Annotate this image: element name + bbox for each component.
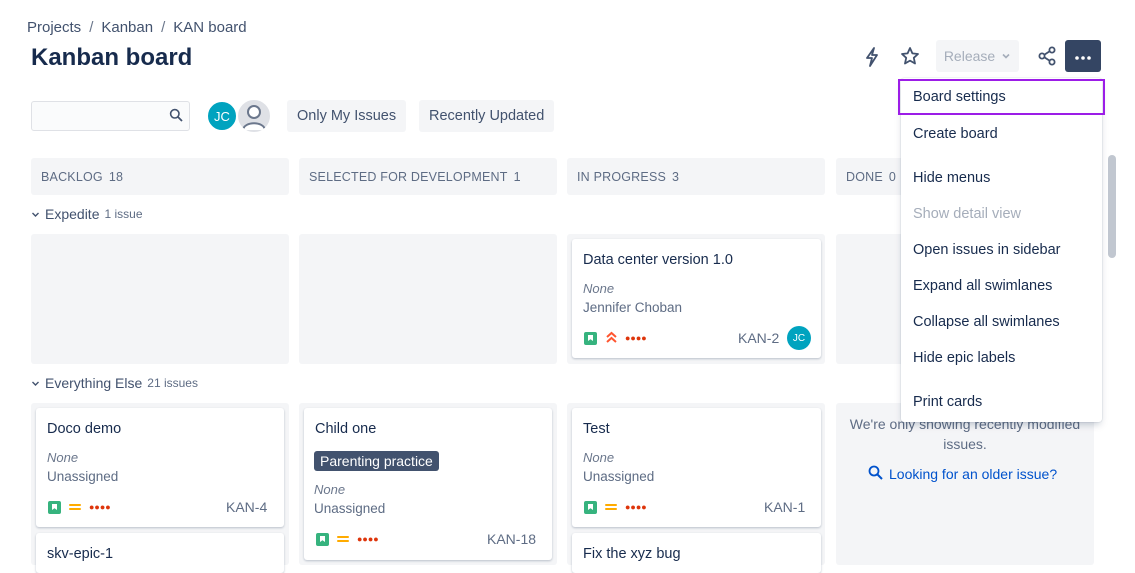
only-my-issues-filter[interactable]: Only My Issues — [287, 100, 407, 132]
card-assignee: Unassigned — [583, 469, 655, 484]
card-epic: None — [47, 450, 79, 465]
issue-card[interactable]: Data center version 1.0 None Jennifer Ch… — [572, 239, 821, 358]
menu-item-board-settings[interactable]: Board settings — [898, 79, 1105, 115]
column-count: 18 — [108, 169, 124, 184]
card-epic: None — [314, 482, 346, 497]
breadcrumb: Projects / Kanban / KAN board — [27, 19, 247, 36]
avatar-filter-unassigned[interactable] — [236, 98, 272, 134]
menu-item-open-issues-sidebar[interactable]: Open issues in sidebar — [901, 232, 1102, 268]
swimlane-everything-else-header[interactable]: Everything Else 21 issues — [31, 375, 198, 391]
menu-item-print-cards[interactable]: Print cards — [901, 384, 1102, 420]
card-summary: Child one — [315, 421, 377, 437]
priority-medium-icon — [69, 503, 81, 511]
menu-item-hide-menus[interactable]: Hide menus — [901, 160, 1102, 196]
page-title: Kanban board — [31, 44, 193, 71]
card-assignee: Unassigned — [314, 501, 386, 516]
breadcrumb-separator: / — [161, 19, 166, 36]
column-name: DONE — [846, 169, 883, 184]
story-icon — [48, 501, 61, 514]
issue-card[interactable]: Child one Parenting practice None Unassi… — [304, 408, 552, 560]
priority-medium-icon — [605, 503, 617, 511]
issue-card[interactable]: Test None Unassigned ●●●● KAN-1 — [572, 408, 821, 527]
swimlane-expedite-header[interactable]: Expedite 1 issue — [31, 206, 143, 222]
swimlane-name: Expedite — [45, 206, 100, 222]
column-header-backlog: BACKLOG 18 — [31, 158, 289, 195]
chevron-down-icon — [31, 206, 40, 222]
card-key[interactable]: KAN-4 — [226, 499, 267, 515]
release-button[interactable]: Release — [936, 40, 1019, 72]
swimlane-count: 1 issue — [104, 207, 143, 221]
priority-medium-icon — [337, 535, 349, 543]
issue-card[interactable]: Doco demo None Unassigned ●●●● KAN-4 — [36, 408, 284, 527]
card-key[interactable]: KAN-18 — [487, 531, 536, 547]
card-key[interactable]: KAN-1 — [764, 499, 805, 515]
search-input[interactable] — [31, 101, 190, 131]
search-icon — [169, 108, 183, 127]
chevron-down-icon — [1001, 48, 1011, 64]
card-key[interactable]: KAN-2 — [738, 330, 779, 346]
menu-item-create-board[interactable]: Create board — [901, 116, 1102, 152]
column-name: IN PROGRESS — [577, 169, 667, 184]
card-estimate-dots: ●●●● — [625, 502, 647, 512]
column-count: 1 — [513, 169, 521, 184]
card-estimate-dots: ●●●● — [357, 534, 379, 544]
swimlane-count: 21 issues — [147, 376, 198, 390]
column-header-in-progress: IN PROGRESS 3 — [567, 158, 825, 195]
issue-card[interactable]: Fix the xyz bug — [572, 533, 821, 573]
share-icon[interactable] — [1032, 41, 1062, 71]
menu-item-show-detail-view: Show detail view — [913, 206, 1021, 222]
avatar-filter-jc[interactable]: JC — [206, 100, 238, 132]
board-scrollbar[interactable] — [1108, 155, 1116, 258]
breadcrumb-separator: / — [89, 19, 94, 36]
cell-expedite-selected — [299, 234, 557, 364]
older-issue-link-label: Looking for an older issue? — [889, 466, 1058, 482]
card-label: Parenting practice — [314, 451, 439, 471]
assignee-avatar: JC — [787, 326, 811, 350]
menu-item-expand-swimlanes[interactable]: Expand all swimlanes — [901, 268, 1102, 304]
more-icon — [1075, 47, 1091, 65]
card-summary: Test — [583, 421, 610, 437]
card-summary: Data center version 1.0 — [583, 252, 733, 268]
menu-item-collapse-swimlanes[interactable]: Collapse all swimlanes — [901, 304, 1102, 340]
card-summary: Fix the xyz bug — [583, 546, 681, 562]
card-summary: Doco demo — [47, 421, 122, 437]
breadcrumb-kanban[interactable]: Kanban — [101, 19, 153, 36]
card-summary: skv-epic-1 — [47, 546, 114, 562]
more-actions-button[interactable] — [1065, 40, 1101, 72]
card-assignee: Unassigned — [47, 469, 119, 484]
chevron-down-icon — [31, 375, 40, 391]
column-count: 0 — [888, 169, 897, 184]
swimlane-name: Everything Else — [45, 375, 143, 391]
story-icon — [584, 501, 597, 514]
card-epic: None — [583, 450, 615, 465]
search-icon — [868, 465, 883, 483]
column-name: SELECTED FOR DEVELOPMENT — [309, 169, 508, 184]
recently-updated-filter[interactable]: Recently Updated — [419, 100, 555, 132]
issue-card[interactable]: skv-epic-1 — [36, 533, 284, 573]
release-label: Release — [943, 48, 996, 64]
column-header-selected: SELECTED FOR DEVELOPMENT 1 — [299, 158, 557, 195]
story-icon — [584, 332, 597, 345]
star-icon[interactable] — [895, 41, 925, 71]
card-epic: None — [583, 281, 615, 296]
story-icon — [316, 533, 329, 546]
cell-expedite-backlog — [31, 234, 289, 364]
card-assignee: Jennifer Choban — [583, 300, 683, 315]
column-count: 3 — [672, 169, 680, 184]
breadcrumb-kan-board[interactable]: KAN board — [173, 19, 246, 36]
board-actions-menu: Board settings Create board Hide menus S… — [898, 78, 1105, 422]
lightning-icon[interactable] — [857, 42, 887, 72]
breadcrumb-projects[interactable]: Projects — [27, 19, 81, 36]
card-estimate-dots: ●●●● — [625, 333, 647, 343]
older-issue-link[interactable]: Looking for an older issue? — [868, 465, 1057, 483]
card-estimate-dots: ●●●● — [89, 502, 111, 512]
column-name: BACKLOG — [41, 169, 103, 184]
priority-high-icon — [605, 330, 618, 349]
menu-item-hide-epic-labels[interactable]: Hide epic labels — [901, 340, 1102, 376]
